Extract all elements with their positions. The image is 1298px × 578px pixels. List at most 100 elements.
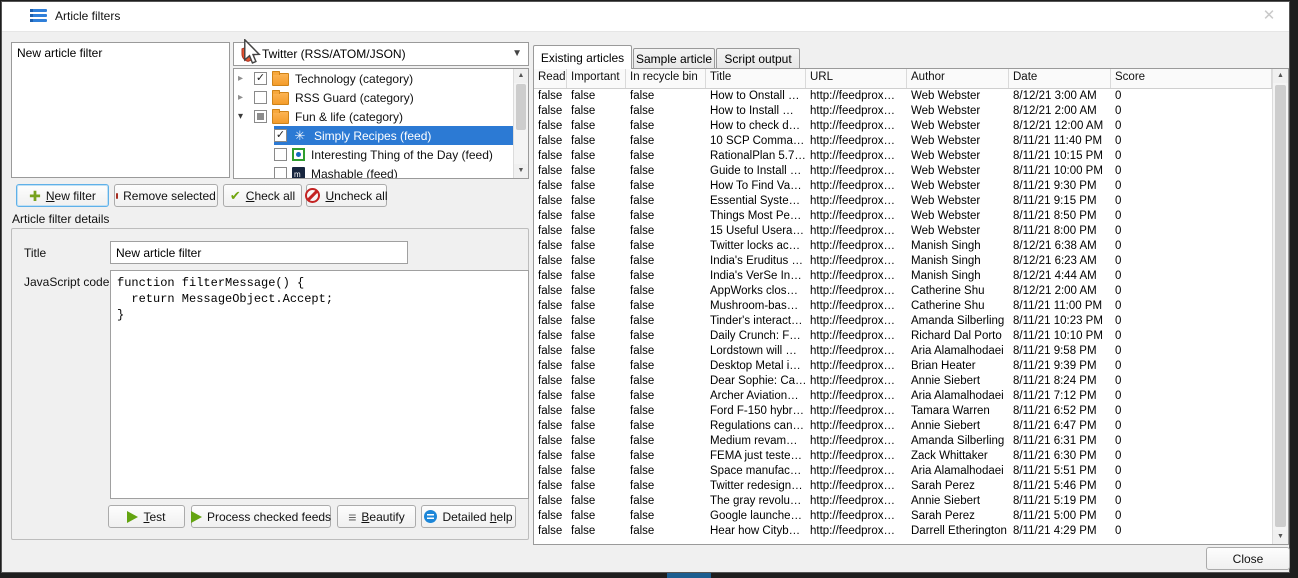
expander-expanded-icon[interactable] (238, 107, 243, 126)
table-row[interactable]: falsefalsefalseFEMA just teste…http://fe… (534, 449, 1272, 464)
checkbox-unchecked[interactable] (254, 91, 267, 104)
table-row[interactable]: falsefalsefalse15 Useful Usera…http://fe… (534, 224, 1272, 239)
new-filter-button[interactable]: ✚ New filter (16, 184, 109, 207)
table-row[interactable]: falsefalsefalseTinder's interact…http://… (534, 314, 1272, 329)
table-row[interactable]: falsefalsefalseTwitter redesign…http://f… (534, 479, 1272, 494)
tree-item[interactable]: Fun & life (category) (234, 107, 513, 126)
checkbox-checked[interactable] (254, 72, 267, 85)
column-header[interactable]: Important (567, 69, 626, 88)
scrollbar-thumb[interactable] (516, 84, 526, 130)
table-cell: false (534, 134, 567, 149)
table-row[interactable]: falsefalsefalseDaily Crunch: F…http://fe… (534, 329, 1272, 344)
scroll-down-icon[interactable]: ▼ (1273, 530, 1288, 544)
scroll-down-icon[interactable]: ▼ (514, 164, 528, 178)
column-header[interactable]: Author (907, 69, 1009, 88)
scroll-up-icon[interactable]: ▲ (514, 69, 528, 83)
table-row[interactable]: falsefalsefalseIndia's Eruditus …http://… (534, 254, 1272, 269)
table-row[interactable]: falsefalsefalseFord F-150 hybr…http://fe… (534, 404, 1272, 419)
tree-scrollbar[interactable]: ▲ ▼ (513, 69, 528, 178)
table-cell: false (534, 89, 567, 104)
column-header[interactable]: Read (534, 69, 567, 88)
table-cell: http://feedprox… (806, 434, 907, 449)
detailed-help-button[interactable]: Detailed help (421, 505, 516, 528)
table-cell: Web Webster (907, 209, 1009, 224)
table-cell: 8/11/21 5:00 PM (1009, 509, 1111, 524)
test-button[interactable]: Test (108, 505, 185, 528)
checkbox-partial[interactable] (254, 110, 267, 123)
table-row[interactable]: falsefalsefalseGuide to Install …http://… (534, 164, 1272, 179)
table-row[interactable]: falsefalsefalseDesktop Metal i…http://fe… (534, 359, 1272, 374)
table-cell: false (534, 119, 567, 134)
table-cell: 0 (1111, 314, 1272, 329)
table-row[interactable]: falsefalsefalseHow to Install …http://fe… (534, 104, 1272, 119)
table-row[interactable]: falsefalsefalseIndia's VerSe In…http://f… (534, 269, 1272, 284)
table-row[interactable]: falsefalsefalseSpace manufac…http://feed… (534, 464, 1272, 479)
column-header[interactable]: URL (806, 69, 907, 88)
table-row[interactable]: falsefalsefalseGoogle launche…http://fee… (534, 509, 1272, 524)
table-row[interactable]: falsefalsefalseHear how Cityb…http://fee… (534, 524, 1272, 539)
expander-collapsed-icon[interactable] (238, 69, 243, 88)
table-cell: Aria Alamalhodaei (907, 464, 1009, 479)
title-input[interactable] (110, 241, 408, 264)
uncheck-all-button[interactable]: Uncheck all (306, 184, 387, 207)
remove-selected-button[interactable]: Remove selected (114, 184, 218, 207)
tree-item[interactable]: RSS Guard (category) (234, 88, 513, 107)
table-row[interactable]: falsefalsefalseThe gray revolu…http://fe… (534, 494, 1272, 509)
table-row[interactable]: falsefalsefalseThings Most Pe…http://fee… (534, 209, 1272, 224)
beautify-button[interactable]: ≡ Beautify (337, 505, 416, 528)
tree-item-content: Mashable (feed) (274, 164, 513, 178)
checkbox-unchecked[interactable] (274, 167, 287, 178)
table-cell: false (626, 119, 706, 134)
checkbox-unchecked[interactable] (274, 148, 287, 161)
column-header[interactable]: In recycle bin (626, 69, 706, 88)
table-cell: Web Webster (907, 179, 1009, 194)
table-cell: Daily Crunch: F… (706, 329, 806, 344)
existing-articles-table: ReadImportantIn recycle binTitleURLAutho… (533, 68, 1289, 545)
column-header[interactable]: Score (1111, 69, 1272, 88)
table-row[interactable]: falsefalsefalseTwitter locks ac…http://f… (534, 239, 1272, 254)
tab-sample-article[interactable]: Sample article (633, 48, 715, 69)
table-cell: Manish Singh (907, 254, 1009, 269)
table-row[interactable]: falsefalsefalseAppWorks clos…http://feed… (534, 284, 1272, 299)
table-cell: Google launche… (706, 509, 806, 524)
tree-item[interactable]: Interesting Thing of the Day (feed) (234, 145, 513, 164)
account-combobox[interactable]: Twitter (RSS/ATOM/JSON) ▼ (233, 42, 529, 66)
table-row[interactable]: falsefalsefalseMushroom-bas…http://feedp… (534, 299, 1272, 314)
table-row[interactable]: falsefalsefalseRegulations can…http://fe… (534, 419, 1272, 434)
tree-item[interactable]: Mashable (feed) (234, 164, 513, 178)
tree-item[interactable]: Simply Recipes (feed) (234, 126, 513, 145)
table-cell: false (626, 389, 706, 404)
tree-indent (234, 69, 254, 88)
expander-collapsed-icon[interactable] (238, 88, 243, 107)
tree-item[interactable]: Technology (category) (234, 69, 513, 88)
table-row[interactable]: falsefalsefalseRationalPlan 5.7…http://f… (534, 149, 1272, 164)
table-row[interactable]: falsefalsefalseHow to Onstall …http://fe… (534, 89, 1272, 104)
table-row[interactable]: falsefalsefalseHow To Find Va…http://fee… (534, 179, 1272, 194)
table-row[interactable]: falsefalsefalseArcher Aviation…http://fe… (534, 389, 1272, 404)
window-close-icon[interactable]: ✕ (1259, 6, 1279, 26)
tab-existing-articles[interactable]: Existing articles (533, 45, 632, 69)
column-header[interactable]: Date (1009, 69, 1111, 88)
table-row[interactable]: falsefalsefalseMedium revam…http://feedp… (534, 434, 1272, 449)
tree-indent (234, 126, 274, 145)
process-checked-feeds-button[interactable]: Process checked feeds (191, 505, 331, 528)
filter-list-item[interactable]: New article filter (12, 43, 229, 63)
scroll-up-icon[interactable]: ▲ (1273, 69, 1288, 83)
table-row[interactable]: falsefalsefalse10 SCP Comma…http://feedp… (534, 134, 1272, 149)
filters-list[interactable]: New article filter (11, 42, 230, 178)
table-cell: Aria Alamalhodaei (907, 344, 1009, 359)
table-row[interactable]: falsefalsefalseDear Sophie: Ca…http://fe… (534, 374, 1272, 389)
column-header[interactable]: Title (706, 69, 806, 88)
table-row[interactable]: falsefalsefalseLordstown will …http://fe… (534, 344, 1272, 359)
check-all-button[interactable]: ✔ Check all (223, 184, 302, 207)
table-row[interactable]: falsefalsefalseHow to check d…http://fee… (534, 119, 1272, 134)
close-button[interactable]: Close (1206, 547, 1290, 570)
table-scrollbar[interactable]: ▲ ▼ (1272, 69, 1288, 544)
js-code-editor[interactable]: function filterMessage() { return Messag… (110, 270, 529, 499)
checkbox-checked[interactable] (274, 129, 287, 142)
tab-script-output[interactable]: Script output (716, 48, 800, 69)
scrollbar-thumb[interactable] (1275, 85, 1286, 527)
window-title: Article filters (55, 9, 120, 23)
table-row[interactable]: falsefalsefalseEssential Syste…http://fe… (534, 194, 1272, 209)
table-cell: 8/11/21 8:00 PM (1009, 224, 1111, 239)
